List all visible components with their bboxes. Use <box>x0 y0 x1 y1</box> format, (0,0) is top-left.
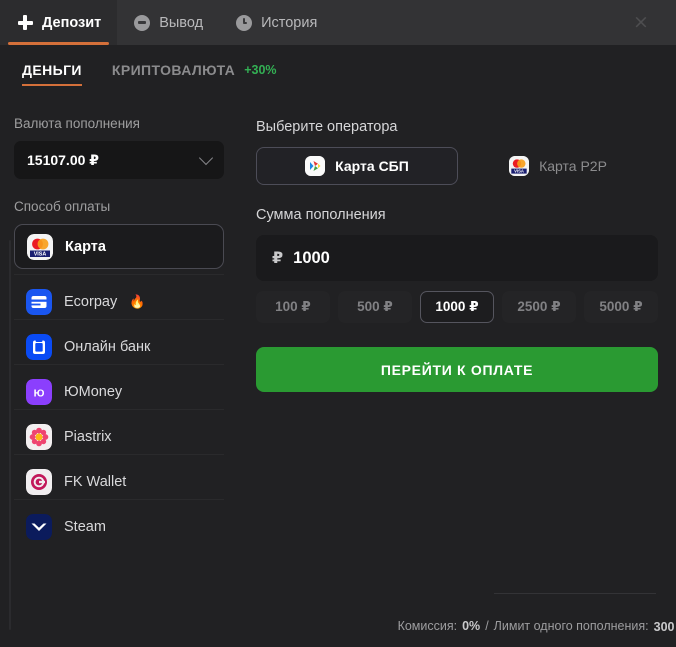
window-tab-withdraw[interactable]: Вывод <box>117 0 219 45</box>
tab-money-label: ДЕНЬГИ <box>22 61 82 78</box>
method-item-fk-wallet[interactable]: FK Wallet <box>14 454 224 504</box>
currency-select-value: 15107.00 ₽ <box>27 151 100 168</box>
clock-icon <box>235 14 253 32</box>
window-tab-history[interactable]: История <box>219 0 333 45</box>
quick-amount-2500[interactable]: 2500 ₽ <box>502 291 576 323</box>
operator-sbp-label: Карта СБП <box>335 158 409 174</box>
method-item-ecorpay[interactable]: Ecorpay 🔥 <box>14 274 224 324</box>
payment-method-scrollbar[interactable] <box>9 240 11 630</box>
amount-input-value: 1000 <box>293 248 330 267</box>
deposit-form-panel: Выберите оператора Карта СБП VISA Карта … <box>238 100 676 647</box>
piastrix-icon <box>26 423 52 450</box>
method-item-yoomoney-label: ЮMoney <box>64 383 123 400</box>
window-tab-history-label: История <box>261 14 318 31</box>
operator-label: Выберите оператора <box>256 119 398 135</box>
fire-icon: 🔥 <box>129 293 146 309</box>
quick-amount-5000[interactable]: 5000 ₽ <box>584 291 658 323</box>
quick-amount-chips: 100 ₽ 500 ₽ 1000 ₽ 2500 ₽ 5000 ₽ <box>256 291 658 323</box>
method-item-steam[interactable]: Steam <box>14 499 224 549</box>
proceed-to-payment-button[interactable]: ПЕРЕЙТИ К ОПЛАТЕ <box>256 347 658 392</box>
method-item-piastrix-label: Piastrix <box>64 428 112 445</box>
amount-label: Сумма пополнения <box>256 207 386 223</box>
method-item-online-bank[interactable]: Онлайн банк <box>14 319 224 369</box>
operator-p2p-label: Карта P2P <box>539 158 607 174</box>
footer-info: Комиссия: 0% / Лимит одного пополнения: … <box>398 605 676 647</box>
payment-method-panel: Валюта пополнения 15107.00 ₽ Способ опла… <box>0 100 238 647</box>
category-active-underline <box>22 83 82 86</box>
method-item-yoomoney[interactable]: Ю ЮMoney <box>14 364 224 414</box>
amount-input[interactable]: ₽ 1000 <box>256 235 658 281</box>
close-icon[interactable]: × <box>630 11 652 33</box>
method-item-ecorpay-label: Ecorpay <box>64 293 118 310</box>
tab-crypto-label: КРИПТОВАЛЮТА <box>111 61 236 78</box>
operator-p2p-button[interactable]: VISA Карта P2P <box>458 147 658 185</box>
ruble-icon: ₽ <box>272 250 284 267</box>
footer-separator: / <box>485 619 489 633</box>
plus-icon <box>16 14 34 32</box>
svg-text:Ю: Ю <box>34 387 45 399</box>
ecorpay-icon <box>26 288 52 315</box>
window-tabs: Депозит Вывод История <box>0 0 676 45</box>
svg-text:VISA: VISA <box>514 169 524 174</box>
window-tab-withdraw-label: Вывод <box>159 14 204 31</box>
method-item-card[interactable]: VISA Карта <box>14 224 224 269</box>
modal-content: Валюта пополнения 15107.00 ₽ Способ опла… <box>0 100 676 647</box>
minus-circle-icon <box>133 14 151 32</box>
tab-crypto-badge: +30% <box>244 62 277 77</box>
fee-label: Комиссия: <box>397 619 458 633</box>
chevron-down-icon <box>198 150 214 165</box>
quick-amount-500[interactable]: 500 ₽ <box>338 291 412 323</box>
fee-value: 0% <box>462 619 481 633</box>
payment-method-list: VISA Карта Ecorpay 🔥 Онлайн банк Ю ЮMone… <box>0 224 238 549</box>
mastercard-visa-icon: VISA <box>509 156 530 176</box>
quick-amount-100[interactable]: 100 ₽ <box>256 291 330 323</box>
quick-amount-1000[interactable]: 1000 ₽ <box>420 291 494 323</box>
method-item-online-bank-label: Онлайн банк <box>64 338 151 355</box>
method-item-fk-wallet-label: FK Wallet <box>64 473 127 490</box>
currency-select[interactable]: 15107.00 ₽ <box>14 141 224 179</box>
method-item-card-label: Карта <box>65 238 106 255</box>
window-tab-deposit-label: Депозит <box>42 14 102 31</box>
svg-text:VISA: VISA <box>34 251 47 257</box>
sbp-icon <box>305 156 326 176</box>
method-item-steam-label: Steam <box>64 518 106 535</box>
tab-crypto[interactable]: КРИПТОВАЛЮТА +30% <box>112 62 277 84</box>
tab-money[interactable]: ДЕНЬГИ <box>22 61 82 86</box>
fkwallet-icon <box>26 468 52 495</box>
currency-label: Валюта пополнения <box>14 116 140 131</box>
limit-value: 300 ₽ – 300000 ₽ <box>653 619 676 634</box>
deposit-modal: Депозит Вывод История × ДЕНЬГИ КРИПТОВАЛ… <box>0 0 676 647</box>
payment-method-label: Способ оплаты <box>14 199 111 214</box>
mastercard-visa-icon: VISA <box>27 233 53 260</box>
yoomoney-icon: Ю <box>26 378 52 405</box>
steam-icon <box>26 513 52 540</box>
online-bank-icon <box>26 333 52 360</box>
window-tab-deposit[interactable]: Депозит <box>0 0 118 45</box>
category-tabs: ДЕНЬГИ КРИПТОВАЛЮТА +30% <box>0 45 676 100</box>
limit-label: Лимит одного пополнения: <box>493 619 649 633</box>
operator-options: Карта СБП VISA Карта P2P <box>256 147 658 185</box>
operator-sbp-button[interactable]: Карта СБП <box>256 147 458 185</box>
window-tabbar: Депозит Вывод История × <box>0 0 676 45</box>
footer-divider <box>494 593 656 594</box>
method-item-piastrix[interactable]: Piastrix <box>14 409 224 459</box>
